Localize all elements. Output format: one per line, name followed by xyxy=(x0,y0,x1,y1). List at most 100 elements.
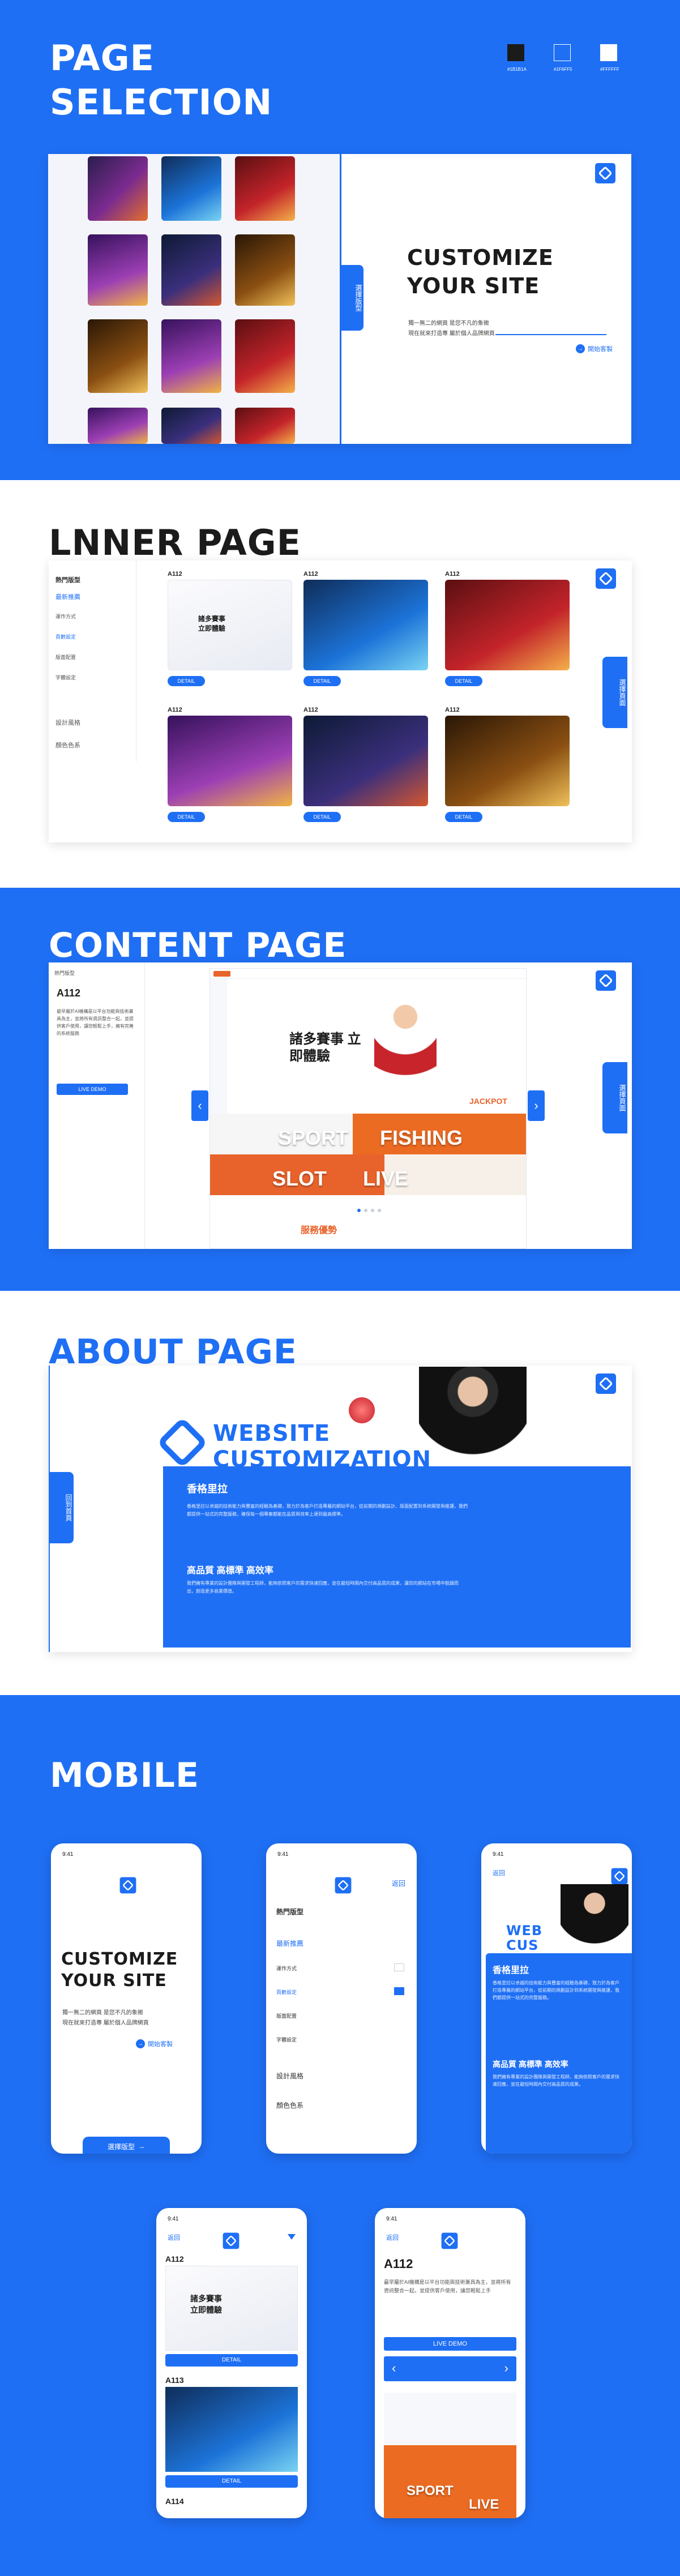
carousel-dot[interactable] xyxy=(371,1209,374,1212)
template-thumbnail[interactable] xyxy=(161,156,221,221)
arrow-right-icon: → xyxy=(136,2039,145,2048)
start-customize-link[interactable]: → 開始客製 xyxy=(576,344,613,353)
mobile-menu-back[interactable]: 返回 xyxy=(392,1878,405,1888)
carousel-next-button[interactable]: › xyxy=(528,1090,545,1121)
mobile-about-phone: 9:41 返回 WEB CUS 香格里拉 香格里拉以卓越的技術能力與豐富的經驗為… xyxy=(481,1843,632,2154)
list-card-preview[interactable] xyxy=(165,2387,298,2472)
back-home-tab[interactable]: 回到首頁 xyxy=(49,1472,74,1543)
page-selection-mockup: 選擇版型 CUSTOMIZE YOUR SITE 獨一無二的網頁 是您不凡的象徵… xyxy=(48,154,631,444)
template-card[interactable]: A112 DETAIL xyxy=(445,707,581,831)
inner-menu-panel: 熱門版型 最新推薦 運作方式 頁數設定 版面配置 字體設定 設計風格 顏色色系 xyxy=(49,560,136,761)
mobile-detail-back[interactable]: 返回 xyxy=(386,2233,399,2242)
inner-menu-item[interactable]: 設計風格 xyxy=(55,718,80,727)
inner-menu-item[interactable]: 頁數設定 xyxy=(55,633,76,640)
status-time: 9:41 xyxy=(386,2216,397,2222)
template-thumbnail[interactable] xyxy=(88,234,148,306)
list-detail-button[interactable]: DETAIL xyxy=(165,2475,298,2488)
preview-sport-strip xyxy=(210,1114,526,1154)
inner-menu-item[interactable]: 運作方式 xyxy=(55,613,76,620)
grid-view-icon[interactable] xyxy=(394,1963,404,1971)
template-thumbnail[interactable] xyxy=(88,319,148,393)
select-template-label: 選擇版型 xyxy=(107,2142,135,2151)
select-page-tab[interactable]: 選擇頁面 xyxy=(602,1062,627,1133)
inner-menu-item[interactable]: 字體設定 xyxy=(55,674,76,681)
card-detail-button[interactable]: DETAIL xyxy=(445,676,482,686)
mobile-start-label: 開始客製 xyxy=(148,2041,173,2048)
template-card[interactable]: A112 DETAIL xyxy=(168,707,303,831)
template-card[interactable]: A112 DETAIL xyxy=(303,707,439,831)
card-detail-button[interactable]: DETAIL xyxy=(168,812,205,822)
template-card[interactable]: A112 DETAIL xyxy=(303,571,439,695)
template-thumbnail[interactable] xyxy=(161,408,221,444)
mobile-menu-item[interactable]: 最新推薦 xyxy=(276,1939,417,1948)
mobile-about-back[interactable]: 返回 xyxy=(493,1868,505,1877)
page-selection-heading-line1: PAGE xyxy=(50,37,155,79)
card-detail-button[interactable]: DETAIL xyxy=(168,676,205,686)
about-quality-title: 高品質 高標準 高效率 xyxy=(187,1566,273,1576)
carousel-prev-button[interactable]: ‹ xyxy=(191,1090,208,1121)
template-thumbnail[interactable] xyxy=(88,156,148,221)
carousel-dots xyxy=(357,1209,381,1212)
preview-logo xyxy=(213,971,230,977)
mobile-menu-item[interactable]: 版面配置 xyxy=(276,2012,417,2019)
inner-page-mockup: 熱門版型 最新推薦 運作方式 頁數設定 版面配置 字體設定 設計風格 顏色色系 … xyxy=(49,560,632,842)
underline xyxy=(495,334,606,335)
select-template-tab[interactable]: 選擇版型 xyxy=(341,265,363,331)
carousel-dot[interactable] xyxy=(357,1209,361,1212)
content-page-mockup: 熱門版型 A112 最早屬於AI機構是以平台功能與技術兼具為主，並將所有資訊整合… xyxy=(49,962,632,1249)
inner-menu-item[interactable]: 顏色色系 xyxy=(55,741,80,750)
detail-live-demo-button[interactable]: LIVE DEMO xyxy=(384,2337,516,2351)
card-detail-button[interactable]: DETAIL xyxy=(445,812,482,822)
mobile-start-link[interactable]: → 開始客製 xyxy=(136,2039,173,2048)
mobile-menu-item[interactable]: 設計風格 xyxy=(276,2071,417,2081)
inner-menu-item[interactable]: 最新推薦 xyxy=(55,592,80,601)
mobile-detail-phone: 9:41 返回 A112 最早屬於AI機構是以平台功能與技術兼具為主，並將所有資… xyxy=(375,2208,525,2518)
preview-slot-label: SLOT xyxy=(272,1167,327,1190)
live-demo-button[interactable]: LIVE DEMO xyxy=(57,1084,128,1095)
content-menu-title: 熱門版型 xyxy=(54,970,75,976)
template-thumbnail[interactable] xyxy=(235,156,295,221)
template-thumbnail[interactable] xyxy=(161,319,221,393)
template-thumbnail[interactable] xyxy=(235,319,295,393)
card-code: A112 xyxy=(445,571,460,577)
carousel-dot[interactable] xyxy=(364,1209,367,1212)
mobile-select-template-button[interactable]: 選擇版型 → xyxy=(83,2137,170,2154)
brand-logo xyxy=(611,1868,628,1885)
inner-menu-item[interactable]: 版面配置 xyxy=(55,653,76,661)
mobile-customize-line2: YOUR SITE xyxy=(61,1971,167,1991)
select-page-tab[interactable]: 選擇頁面 xyxy=(602,657,627,728)
list-view-icon[interactable] xyxy=(394,1987,404,1995)
mobile-list-phone: 9:41 返回 A112 諸多賽事 立即體驗 DETAIL A113 DETAI… xyxy=(156,2208,307,2518)
customize-title-line1: CUSTOMIZE xyxy=(407,245,554,270)
detail-preview: SPORT LIVE xyxy=(384,2393,516,2518)
template-thumbnail[interactable] xyxy=(88,408,148,444)
template-card[interactable]: A112 諸多賽事 立即體驗 DETAIL xyxy=(168,571,303,695)
mobile-subtitle-line1: 獨一無二的網頁 是您不凡的象徵 xyxy=(62,2010,143,2016)
template-thumbnail[interactable] xyxy=(161,234,221,306)
mobile-list-back[interactable]: 返回 xyxy=(168,2233,180,2242)
preview-sport-label: SPORT xyxy=(278,1126,349,1149)
status-time: 9:41 xyxy=(493,1851,504,1858)
brand-logo xyxy=(596,1373,616,1394)
mobile-menu-item[interactable]: 字體設定 xyxy=(276,2036,417,2043)
chevron-left-icon[interactable]: ‹ xyxy=(392,2361,396,2376)
template-thumbnail[interactable] xyxy=(235,234,295,306)
card-detail-button[interactable]: DETAIL xyxy=(303,812,341,822)
about-info-panel: 香格里拉 香格里拉以卓越的技術能力與豐富的經驗為基礎，致力於為客戶打造專屬的網站… xyxy=(163,1466,631,1648)
swatch-blue xyxy=(554,44,571,61)
chevron-right-icon[interactable]: › xyxy=(504,2361,508,2376)
card-code: A112 xyxy=(303,707,318,713)
list-detail-button[interactable]: DETAIL xyxy=(165,2354,298,2367)
filter-icon[interactable] xyxy=(288,2234,296,2240)
preview-sidebar xyxy=(210,979,227,1126)
about-page-heading: ABOUT PAGE xyxy=(49,1332,297,1372)
mobile-menu-item[interactable]: 顏色色系 xyxy=(276,2100,417,2110)
card-detail-button[interactable]: DETAIL xyxy=(303,676,341,686)
carousel-dot[interactable] xyxy=(378,1209,381,1212)
status-time: 9:41 xyxy=(277,1851,289,1858)
template-card[interactable]: A112 DETAIL xyxy=(445,571,581,695)
template-thumbnail[interactable] xyxy=(235,408,295,444)
list-card-preview[interactable] xyxy=(165,2266,298,2351)
mobile-customize-line1: CUSTOMIZE xyxy=(61,1949,178,1969)
detail-sport-label: SPORT xyxy=(407,2483,454,2498)
